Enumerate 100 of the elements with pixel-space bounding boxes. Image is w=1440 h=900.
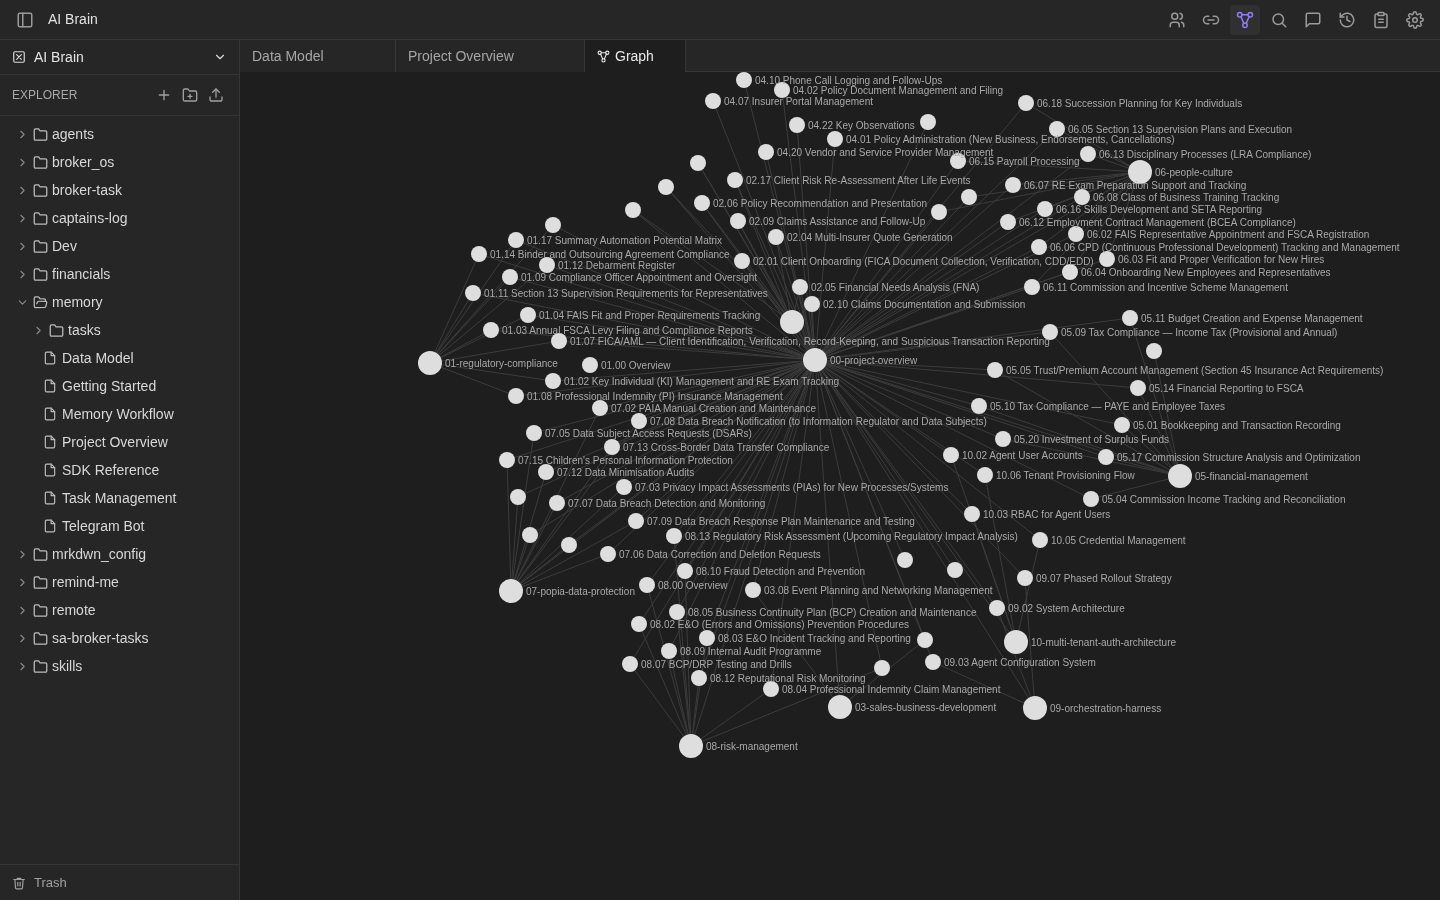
tab[interactable]: Data Model [240, 40, 396, 72]
window-title: AI Brain [48, 10, 98, 29]
node-label: 01-regulatory-compliance [445, 357, 558, 369]
node-label: 07.08 Data Breach Notification (to Information Regulator and Data Subjects) [650, 415, 987, 427]
node-label: 07.15 Children's Personal Information Protection [518, 454, 733, 466]
node-label: 08.03 E&O Incident Tracking and Reporting [718, 632, 911, 644]
node-label: 06.11 Commission and Incentive Scheme Management [1043, 281, 1288, 293]
node-label: 04.10 Phone Call Logging and Follow-Ups [755, 74, 943, 86]
folder-item[interactable]: remind-me [0, 568, 239, 596]
node-label: 05.05 Trust/Premium Account Management (Section 45 Insurance Act Requirements) [1006, 364, 1384, 376]
node-label: 10.05 Credential Management [1051, 534, 1186, 546]
file-item[interactable]: Project Overview [0, 428, 239, 456]
node-label: 07-popia-data-protection [526, 585, 635, 597]
node-label: 01.12 Debarment Register [558, 259, 676, 271]
tab[interactable]: Project Overview [396, 40, 585, 72]
node-label: 00-project-overview [830, 354, 918, 366]
folder-item[interactable]: broker_os [0, 148, 239, 176]
node-label: 06.04 Onboarding New Employees and Representatives [1081, 266, 1331, 278]
node-label: 05-financial-management [1195, 470, 1308, 482]
node-label: 06.08 Class of Business Training Tracking [1093, 191, 1280, 203]
node-label: 07.02 PAIA Manual Creation and Maintenance [611, 402, 816, 414]
node-label: 10-multi-tenant-auth-architecture [1031, 636, 1177, 648]
file-item[interactable]: SDK Reference [0, 456, 239, 484]
node-label: 08.09 Internal Audit Programme [680, 645, 822, 657]
node-label: 02.06 Policy Recommendation and Presentation [713, 197, 928, 209]
node-label: 07.05 Data Subject Access Requests (DSARs) [545, 427, 752, 439]
node-label: 09.07 Phased Rollout Strategy [1036, 572, 1172, 584]
node-label: 06.05 Section 13 Supervision Plans and Execution [1068, 123, 1293, 135]
node-label: 08.00 Overview [658, 579, 728, 591]
node-label: 01.03 Annual FSCA Levy Filing and Compliance Reports [502, 324, 753, 336]
node-label: 07.07 Data Breach Detection and Monitoring [568, 497, 766, 509]
node-label: 06-people-culture [1155, 166, 1233, 178]
node-label: 10.02 Agent User Accounts [962, 449, 1083, 461]
node-label: 02.01 Client Onboarding (FICA Document Collection, Verification, CDD/EDD) [753, 255, 1094, 267]
folder-item[interactable]: agents [0, 120, 239, 148]
node-label: 06.07 RE Exam Preparation Support and Tracking [1024, 179, 1247, 191]
folder-item[interactable]: tasks [0, 316, 239, 344]
node-label: 04.20 Vendor and Service Provider Management [777, 146, 994, 158]
node-label: 06.12 Employment Contract Management (BCEA Compliance) [1019, 216, 1296, 228]
file-item[interactable]: Getting Started [0, 372, 239, 400]
node-label: 06.06 CPD (Continuous Professional Development) Tracking and Management [1050, 241, 1400, 253]
node-label: 05.17 Commission Structure Analysis and Optimization [1117, 451, 1361, 463]
node-label: 02.04 Multi-Insurer Quote Generation [787, 231, 953, 243]
folder-item[interactable]: captains-log [0, 204, 239, 232]
node-label: 08-risk-management [706, 740, 798, 752]
node-label: 04.01 Policy Administration (New Business, Endorsements, Cancellations) [846, 133, 1175, 145]
folder-item[interactable]: skills [0, 652, 239, 680]
folder-item[interactable]: broker-task [0, 176, 239, 204]
file-item[interactable]: Data Model [0, 344, 239, 372]
node-label: 08.12 Reputational Risk Monitoring [710, 672, 866, 684]
node-label: 08.07 BCP/DRP Testing and Drills [641, 658, 792, 670]
node-label: 09.02 System Architecture [1008, 602, 1125, 614]
node-label: 06.16 Skills Development and SETA Reporting [1056, 203, 1263, 215]
node-label: 05.11 Budget Creation and Expense Management [1141, 312, 1363, 324]
node-label: 08.02 E&O (Errors and Omissions) Prevention Procedures [650, 618, 909, 630]
node-label: 01.00 Overview [601, 359, 671, 371]
node-label: 06.02 FAIS Representative Appointment and FSCA Registration [1087, 228, 1370, 240]
file-item[interactable]: Memory Workflow [0, 400, 239, 428]
folder-item[interactable]: remote [0, 596, 239, 624]
node-label: 10.03 RBAC for Agent Users [983, 508, 1111, 520]
node-label: 06.13 Disciplinary Processes (LRA Compliance) [1099, 148, 1312, 160]
node-label: 07.13 Cross-Border Data Transfer Compliance [623, 441, 830, 453]
folder-item[interactable]: memory [0, 288, 239, 316]
node-label: 01.17 Summary Automation Potential Matrix [527, 234, 723, 246]
node-label: 01.08 Professional Indemnity (PI) Insurance Management [527, 390, 783, 402]
node-label: 05.04 Commission Income Tracking and Reconciliation [1102, 493, 1346, 505]
node-label: 04.07 Insurer Portal Management [724, 95, 873, 107]
node-label: 03-sales-business-development [855, 701, 997, 713]
tab[interactable]: Graph [585, 40, 686, 72]
node-label: 02.17 Client Risk Re-Assessment After Life Events [746, 174, 971, 186]
node-label: 02.10 Claims Documentation and Submission [823, 298, 1026, 310]
folder-item[interactable]: sa-broker-tasks [0, 624, 239, 652]
vault-name[interactable]: AI Brain [34, 46, 205, 68]
node-label: 06.18 Succession Planning for Key Individuals [1037, 97, 1243, 109]
node-label: 05.20 Investment of Surplus Funds [1014, 433, 1170, 445]
node-label: 05.10 Tax Compliance — PAYE and Employee Taxes [990, 400, 1225, 412]
node-label: 06.03 Fit and Proper Verification for New Hires [1118, 253, 1325, 265]
node-label: 08.04 Professional Indemnity Claim Management [782, 683, 1001, 695]
node-label: 01.02 Key Individual (KI) Management and RE Exam Tracking [564, 375, 840, 387]
node-label: 07.03 Privacy Impact Assessments (PIAs) for New Processes/Systems [635, 481, 949, 493]
node-label: 01.11 Section 13 Supervision Requirements for Representatives [484, 287, 768, 299]
trash-button[interactable]: Trash [12, 872, 67, 893]
folder-item[interactable]: financials [0, 260, 239, 288]
node-label: 01.09 Compliance Officer Appointment and Oversight [521, 271, 758, 283]
node-label: 07.12 Data Minimisation Audits [557, 466, 695, 478]
node-label: 03.08 Event Planning and Networking Management [764, 584, 993, 596]
file-item[interactable]: Telegram Bot [0, 512, 239, 540]
node-label: 09.03 Agent Configuration System [944, 656, 1096, 668]
folder-item[interactable]: Dev [0, 232, 239, 260]
node-label: 08.10 Fraud Detection and Prevention [696, 565, 865, 577]
node-label: 06.15 Payroll Processing [969, 155, 1080, 167]
folder-item[interactable]: mrkdwn_config [0, 540, 239, 568]
file-item[interactable]: Task Management [0, 484, 239, 512]
node-label: 02.05 Financial Needs Analysis (FNA) [811, 281, 980, 293]
node-label: 10.06 Tenant Provisioning Flow [996, 469, 1135, 481]
node-label: 01.14 Binder and Outsourcing Agreement Compliance [490, 248, 730, 260]
node-label: 05.09 Tax Compliance — Income Tax (Provisional and Annual) [1061, 326, 1338, 338]
node-label: 05.01 Bookkeeping and Transaction Recording [1133, 419, 1341, 431]
node-label: 08.13 Regulatory Risk Assessment (Upcoming Regulatory Impact Analysis) [685, 530, 1018, 542]
explorer-title: EXPLORER [12, 87, 79, 104]
